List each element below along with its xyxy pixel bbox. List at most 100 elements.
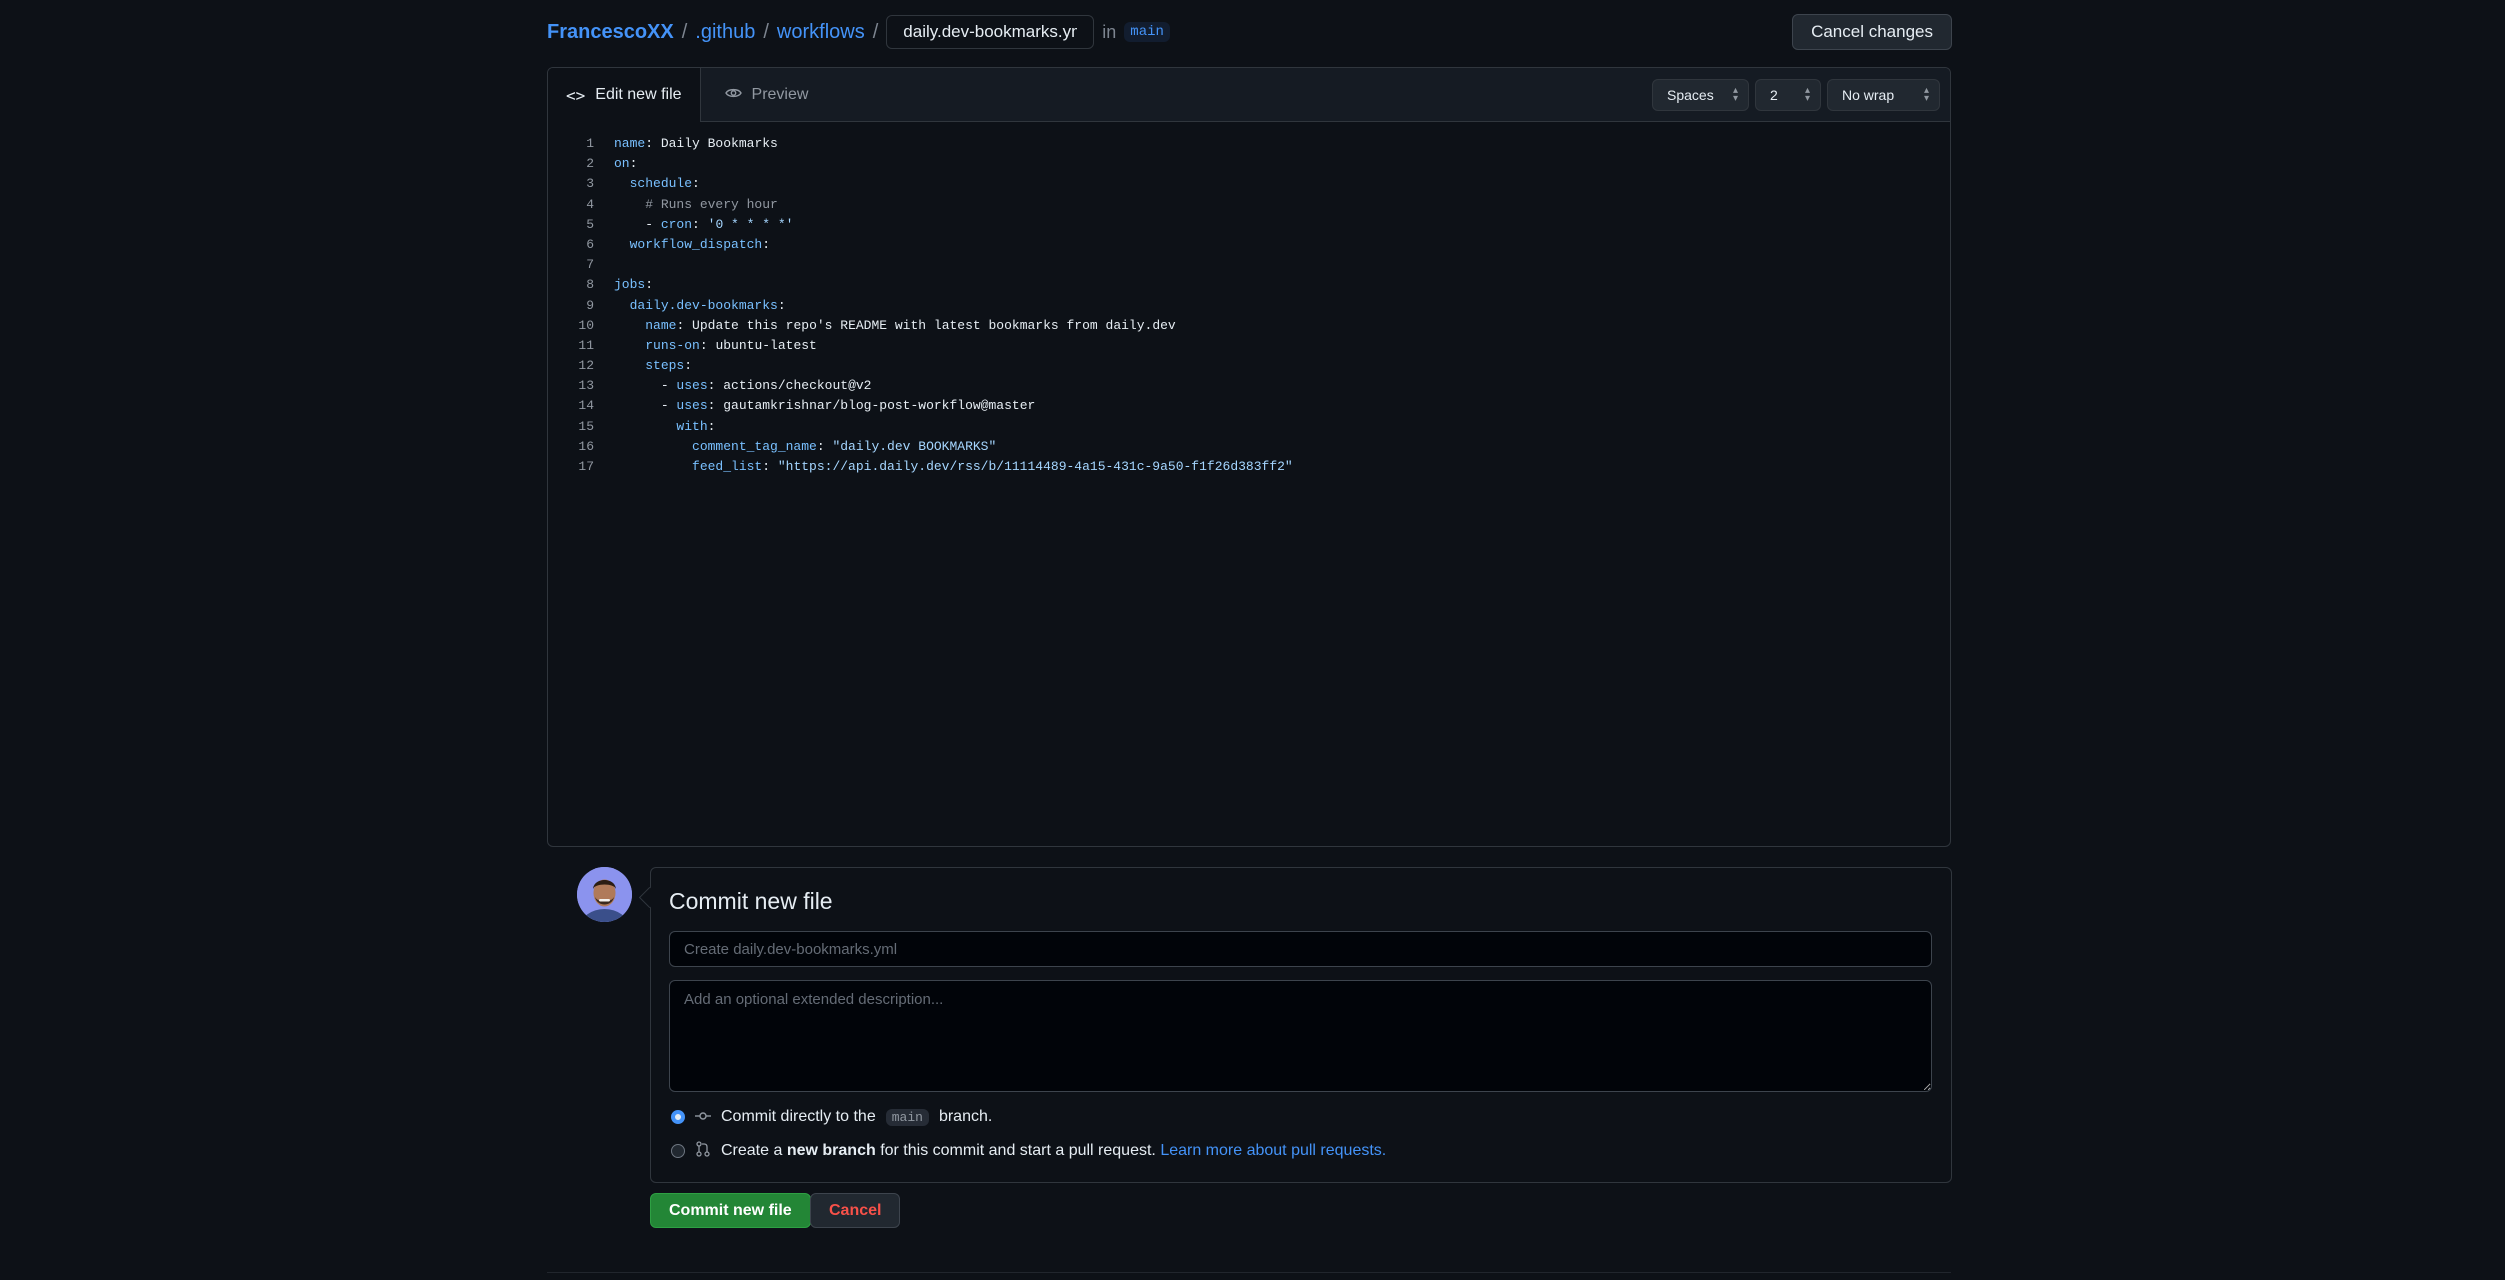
tab-preview-label: Preview	[751, 85, 809, 103]
code-line: 12 steps:	[548, 356, 1950, 376]
yaml-key: schedule	[629, 176, 693, 192]
commit-direct-branch: main	[885, 1108, 929, 1126]
line-number: 3	[586, 176, 594, 192]
line-number: 6	[586, 236, 594, 252]
tab-edit-new-file[interactable]: <> Edit new file	[548, 68, 701, 122]
breadcrumb: FrancescoXX / .github / workflows / in m…	[547, 15, 1170, 49]
commit-summary-input[interactable]	[669, 931, 1932, 967]
indent-mode-select[interactable]: Spaces ▴ ▾	[1652, 79, 1749, 111]
git-commit-icon	[695, 1109, 711, 1126]
code-line: 2 on:	[548, 154, 1950, 174]
yaml-value: actions/checkout@v2	[723, 378, 872, 394]
yaml-key: on	[614, 156, 630, 172]
yaml-key: steps	[645, 358, 685, 374]
commit-new-branch-bold: new branch	[786, 1142, 876, 1159]
code-line: 11 runs-on: ubuntu-latest	[548, 336, 1950, 356]
breadcrumb-separator: /	[763, 20, 769, 43]
breadcrumb-github-dir-link[interactable]: .github	[695, 21, 755, 44]
git-pull-request-icon	[695, 1141, 711, 1161]
code-line: 17 feed_list: "https://api.daily.dev/rss…	[548, 457, 1950, 477]
cancel-button[interactable]: Cancel	[810, 1193, 901, 1228]
select-caret-icon: ▴ ▾	[1923, 85, 1929, 104]
footer-divider	[547, 1272, 1951, 1273]
line-number: 2	[586, 156, 594, 172]
yaml-key: comment_tag_name	[692, 438, 817, 454]
yaml-value: Daily Bookmarks	[660, 136, 778, 151]
learn-more-pull-requests-link[interactable]: Learn more about pull requests.	[1160, 1142, 1386, 1159]
code-line: 13 - uses: actions/checkout@v2	[548, 376, 1950, 396]
page: FrancescoXX / .github / workflows / in m…	[0, 0, 2505, 1280]
yaml-key: cron	[660, 216, 693, 232]
yaml-value: gautamkrishnar/blog-post-workflow@master	[723, 398, 1036, 414]
line-number: 10	[578, 317, 594, 333]
commit-direct-option[interactable]: Commit directly to the main branch.	[671, 1108, 992, 1126]
code-line: 10 name: Update this repo's README with …	[548, 316, 1950, 336]
line-number: 9	[586, 297, 594, 313]
avatar[interactable]	[577, 867, 632, 922]
breadcrumb-separator: /	[681, 20, 688, 43]
yaml-comment: # Runs every hour	[645, 196, 778, 212]
indent-mode-value: Spaces	[1667, 87, 1714, 103]
editor-controls: Spaces ▴ ▾ 2 ▴ ▾ No wrap ▴ ▾	[1652, 79, 1940, 111]
yaml-string: "daily.dev BOOKMARKS"	[832, 438, 997, 454]
line-number: 13	[578, 378, 594, 394]
code-line: 5 - cron: '0 * * * *'	[548, 215, 1950, 235]
select-caret-icon: ▴ ▾	[1804, 85, 1810, 104]
code-line: 16 comment_tag_name: "daily.dev BOOKMARK…	[548, 437, 1950, 457]
tab-edit-label: Edit new file	[595, 86, 682, 103]
commit-direct-label-suffix: branch.	[938, 1108, 993, 1125]
commit-new-branch-label-suffix: for this commit and start a pull request…	[880, 1142, 1156, 1159]
yaml-key: workflow_dispatch	[629, 236, 763, 252]
commit-new-branch-label: Create a	[721, 1142, 783, 1159]
line-number: 16	[578, 438, 594, 454]
line-number: 14	[578, 398, 594, 414]
branch-name-badge: main	[1124, 22, 1170, 42]
code-editor: <> Edit new file Preview Spaces ▴ ▾ 2 ▴ …	[547, 67, 1951, 847]
yaml-string: "https://api.daily.dev/rss/b/11114489-4a…	[777, 459, 1293, 474]
yaml-key: jobs	[614, 277, 646, 293]
in-branch-text: in	[1102, 21, 1117, 42]
line-number: 12	[578, 358, 594, 374]
code-line: 15 with:	[548, 417, 1950, 437]
breadcrumb-separator: /	[872, 20, 879, 43]
wrap-mode-value: No wrap	[1842, 87, 1895, 103]
line-number: 17	[578, 459, 594, 474]
tab-preview[interactable]: Preview	[701, 68, 827, 121]
code-line: 9 daily.dev-bookmarks:	[548, 296, 1950, 316]
commit-new-branch-option[interactable]: Create a new branch for this commit and …	[671, 1141, 1386, 1161]
yaml-key: uses	[676, 378, 708, 394]
editor-header: <> Edit new file Preview Spaces ▴ ▾ 2 ▴ …	[548, 68, 1950, 122]
code-line: 3 schedule:	[548, 174, 1950, 194]
wrap-mode-select[interactable]: No wrap ▴ ▾	[1827, 79, 1940, 111]
code-line: 8 jobs:	[548, 275, 1950, 295]
line-number: 1	[586, 136, 594, 151]
select-caret-icon: ▴ ▾	[1732, 85, 1738, 104]
code-line: 14 - uses: gautamkrishnar/blog-post-work…	[548, 396, 1950, 416]
code-area[interactable]: 1 name: Daily Bookmarks 2 on: 3 schedule: …	[548, 122, 1950, 477]
yaml-value: ubuntu-latest	[715, 337, 817, 353]
indent-size-select[interactable]: 2 ▴ ▾	[1755, 79, 1821, 111]
cancel-changes-button[interactable]: Cancel changes	[1792, 14, 1952, 50]
yaml-key: name	[645, 317, 677, 333]
commit-description-textarea[interactable]	[669, 980, 1932, 1092]
line-number: 4	[586, 196, 594, 212]
yaml-key: daily.dev-bookmarks	[629, 297, 778, 313]
commit-direct-radio[interactable]	[671, 1110, 685, 1124]
editor-topbar: FrancescoXX / .github / workflows / in m…	[547, 14, 1952, 50]
breadcrumb-workflows-dir-link[interactable]: workflows	[777, 21, 865, 44]
code-line: 6 workflow_dispatch:	[548, 235, 1950, 255]
commit-new-branch-radio[interactable]	[671, 1144, 685, 1158]
filename-input[interactable]	[886, 15, 1095, 49]
avatar-image	[577, 867, 632, 922]
code-icon: <>	[566, 85, 586, 105]
yaml-string: '0 * * * *'	[707, 216, 794, 232]
code-line: 1 name: Daily Bookmarks	[548, 134, 1950, 154]
code-line: 7	[548, 255, 1950, 275]
yaml-key: runs-on	[645, 337, 700, 353]
yaml-value: Update this repo's README with latest bo…	[692, 317, 1176, 333]
yaml-key: name	[614, 136, 646, 151]
commit-direct-label: Commit directly to the	[721, 1108, 876, 1125]
commit-title: Commit new file	[669, 888, 833, 914]
commit-new-file-button[interactable]: Commit new file	[650, 1193, 811, 1228]
breadcrumb-owner-link[interactable]: FrancescoXX	[547, 21, 674, 44]
